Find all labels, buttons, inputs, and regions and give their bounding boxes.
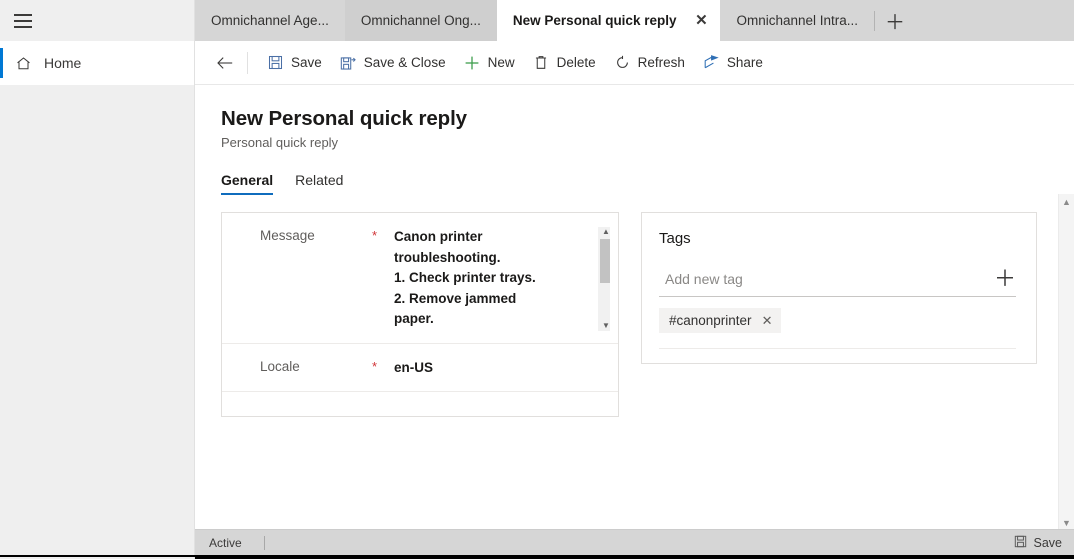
plus-icon xyxy=(464,54,481,71)
fields-card: Message * Canon printer troubleshooting.… xyxy=(221,212,619,417)
tags-card: Tags ＋ #canonprinter ✕ xyxy=(641,212,1037,364)
tab-label: Omnichannel Age... xyxy=(211,13,329,28)
tag-chip[interactable]: #canonprinter ✕ xyxy=(659,308,782,333)
remove-tag-icon[interactable]: ✕ xyxy=(762,314,773,327)
message-textarea[interactable]: Canon printer troubleshooting. 1. Check … xyxy=(394,227,610,331)
save-button[interactable]: Save xyxy=(258,47,331,79)
record-status-badge: Active xyxy=(209,535,242,550)
command-label: Save & Close xyxy=(363,55,446,70)
tab-strip-empty-area xyxy=(915,0,1074,41)
message-scrollbar[interactable]: ▲ ▼ xyxy=(598,227,610,331)
form-tab-label: Related xyxy=(295,172,344,188)
message-field[interactable]: Canon printer troubleshooting. 1. Check … xyxy=(394,227,618,331)
new-tab-plus-icon[interactable]: ＋ xyxy=(875,0,916,41)
tab-omnichannel-ongoing[interactable]: Omnichannel Ong... xyxy=(344,0,497,41)
command-bar-divider xyxy=(247,51,248,74)
window-bottom-border xyxy=(0,555,1074,557)
status-save-label: Save xyxy=(1033,535,1063,550)
tab-new-personal-quick-reply[interactable]: New Personal quick reply ✕ xyxy=(496,0,721,41)
status-divider xyxy=(263,535,265,550)
tags-divider xyxy=(659,348,1016,349)
message-value: Canon printer troubleshooting. 1. Check … xyxy=(394,229,536,326)
share-button[interactable]: Share xyxy=(694,47,772,79)
command-label: New xyxy=(487,55,515,70)
command-label: Share xyxy=(726,55,763,70)
tab-omnichannel-agent[interactable]: Omnichannel Age... xyxy=(195,0,345,41)
add-new-tag-input[interactable] xyxy=(659,271,986,287)
message-label: Message xyxy=(260,228,315,243)
home-icon xyxy=(14,54,32,72)
command-label: Refresh xyxy=(637,55,685,70)
page-subtitle: Personal quick reply xyxy=(221,135,339,150)
sidebar-item-home[interactable]: Home xyxy=(0,41,194,85)
form-tab-list: General Related xyxy=(195,150,1074,195)
tab-label: Omnichannel Ong... xyxy=(360,13,481,28)
browser-tab-strip: Omnichannel Age... Omnichannel Ong... Ne… xyxy=(0,0,1074,41)
tab-omnichannel-intraday[interactable]: Omnichannel Intra... xyxy=(720,0,875,41)
hamburger-menu-icon[interactable] xyxy=(14,13,32,28)
add-tag-plus-icon[interactable]: ＋ xyxy=(986,268,1016,290)
tag-input-row: ＋ xyxy=(659,268,1016,297)
refresh-icon xyxy=(614,54,631,71)
tags-title: Tags xyxy=(659,230,691,247)
scrollbar-thumb[interactable] xyxy=(600,239,610,283)
locale-label: Locale xyxy=(260,359,300,374)
tab-general[interactable]: General xyxy=(221,172,274,195)
back-arrow-icon[interactable] xyxy=(209,47,241,79)
page-title: New Personal quick reply xyxy=(221,107,467,130)
form-tab-label: General xyxy=(221,172,274,188)
form-body: Message * Canon printer troubleshooting.… xyxy=(195,195,1074,417)
save-and-close-icon xyxy=(340,54,357,71)
tab-label: Omnichannel Intra... xyxy=(736,13,859,28)
page-vertical-scrollbar[interactable]: ▲ ▼ xyxy=(1058,194,1074,531)
tab-related[interactable]: Related xyxy=(295,172,343,195)
status-save-button[interactable]: Save xyxy=(1014,535,1063,551)
command-bar: Save Save & Close New Delete Refresh Sha… xyxy=(195,41,1074,85)
locale-field[interactable]: en-US xyxy=(394,358,618,379)
command-label: Delete xyxy=(556,55,596,70)
main-content: New Personal quick reply Personal quick … xyxy=(195,85,1074,531)
required-indicator: * xyxy=(372,359,378,374)
scroll-up-icon[interactable]: ▲ xyxy=(602,227,610,239)
tag-chip-label: #canonprinter xyxy=(669,313,752,328)
close-icon[interactable]: ✕ xyxy=(690,10,712,32)
tab-list: Omnichannel Age... Omnichannel Ong... Ne… xyxy=(195,0,916,41)
trash-icon xyxy=(533,54,550,71)
sidebar-item-label: Home xyxy=(44,55,82,71)
delete-button[interactable]: Delete xyxy=(524,47,605,79)
required-indicator: * xyxy=(372,228,378,243)
left-navigation-panel: Home xyxy=(0,41,195,559)
new-button[interactable]: New xyxy=(455,47,524,79)
field-row-message: Message * Canon printer troubleshooting.… xyxy=(222,213,618,344)
command-label: Save xyxy=(291,55,322,70)
save-and-close-button[interactable]: Save & Close xyxy=(331,47,455,79)
tab-label: New Personal quick reply xyxy=(512,13,677,28)
hamburger-menu-button[interactable] xyxy=(0,0,195,41)
share-icon xyxy=(703,54,720,71)
scroll-down-icon[interactable]: ▼ xyxy=(602,319,610,331)
save-floppy-icon xyxy=(267,54,284,71)
status-bar: Active Save xyxy=(195,529,1074,555)
application-window: Omnichannel Age... Omnichannel Ong... Ne… xyxy=(0,0,1074,559)
tag-chip-list: #canonprinter ✕ xyxy=(659,308,1016,333)
status-bar-left-stub xyxy=(0,529,195,555)
field-row-locale: Locale * en-US xyxy=(222,344,618,392)
refresh-button[interactable]: Refresh xyxy=(605,47,694,79)
page-header: New Personal quick reply Personal quick … xyxy=(195,85,1074,150)
save-floppy-icon xyxy=(1014,535,1027,551)
scroll-up-icon[interactable]: ▲ xyxy=(1062,194,1071,210)
